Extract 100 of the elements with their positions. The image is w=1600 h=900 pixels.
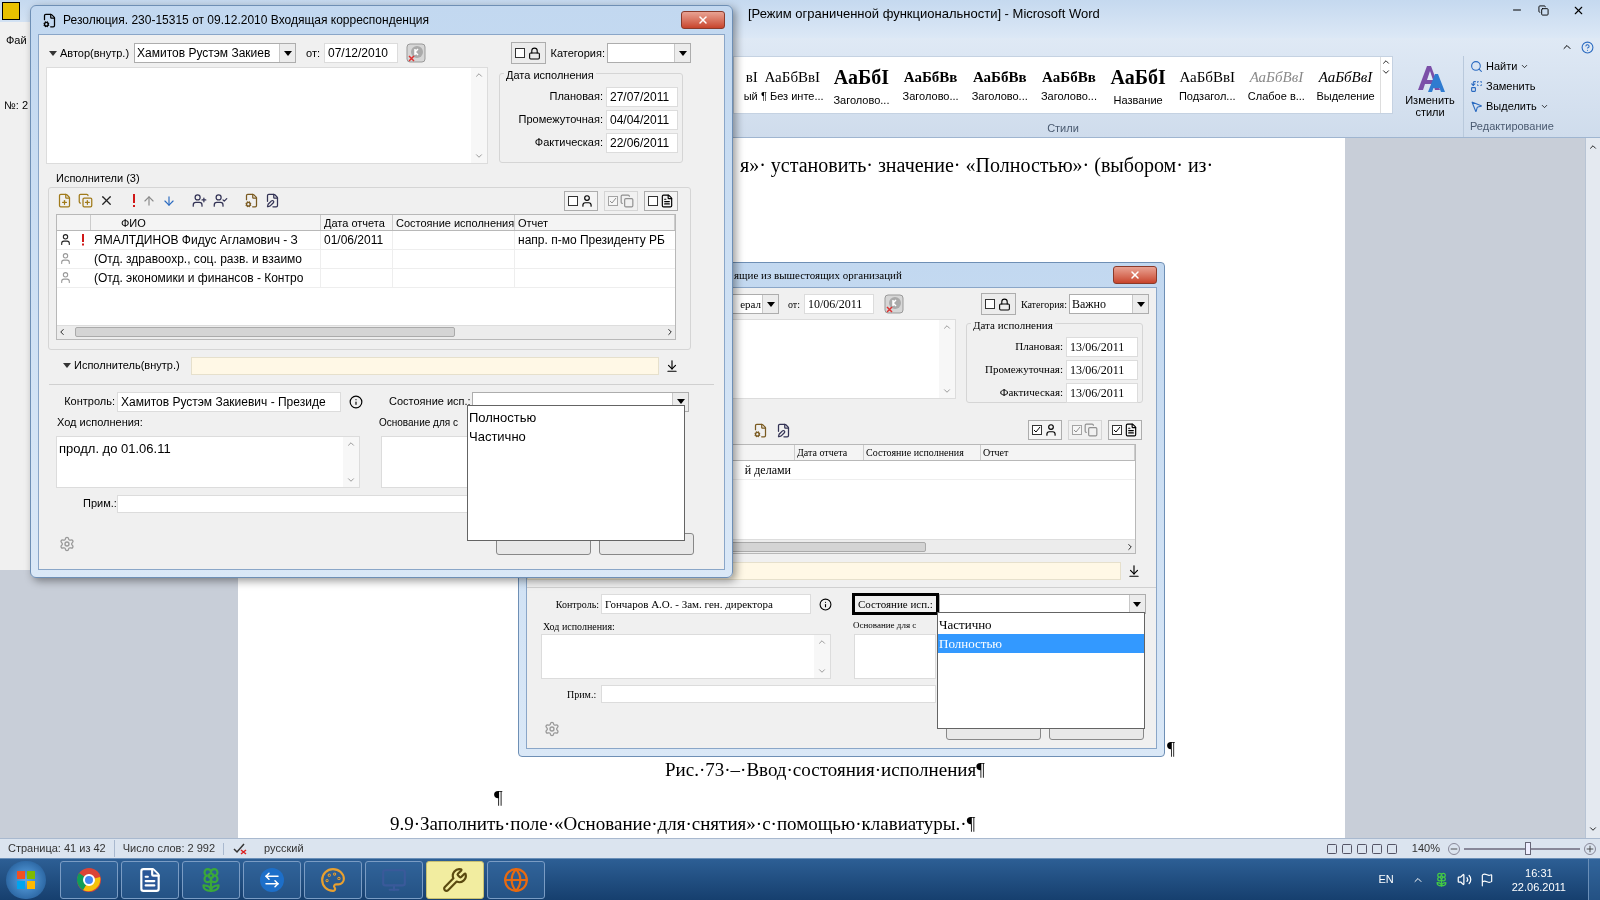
file-gear-icon[interactable]	[753, 422, 768, 438]
style-preset[interactable]: АаБбВвI Выделение	[1310, 57, 1381, 113]
dropdown-option[interactable]: Частично	[468, 427, 684, 446]
column-header[interactable]: Дата отчета	[321, 214, 393, 230]
gallery-up-icon[interactable]	[1381, 57, 1392, 67]
executor-field[interactable]	[191, 356, 659, 375]
slider-thumb[interactable]	[1524, 841, 1531, 855]
toggle-button[interactable]	[564, 190, 598, 211]
style-preset[interactable]: АаБбI Название	[1103, 57, 1173, 113]
note-field[interactable]	[117, 494, 470, 513]
style-preset[interactable]: АаБбI Заголово...	[826, 57, 897, 113]
style-preset[interactable]: АаБбВвI ¶ Без инте...	[757, 57, 827, 113]
dropdown-arrow-button[interactable]	[762, 295, 778, 313]
date-field[interactable]: 13/06/2011	[1066, 382, 1138, 403]
user-check-icon[interactable]	[213, 193, 228, 208]
dropdown-arrow-button[interactable]	[1128, 595, 1145, 613]
flag-icon[interactable]	[1479, 872, 1494, 887]
x-icon[interactable]	[99, 193, 114, 208]
taskbar-app-button[interactable]	[304, 860, 362, 899]
spellcheck-icon[interactable]	[232, 842, 249, 855]
zoom-level[interactable]: 140%	[1411, 840, 1440, 857]
ribbon-command[interactable]: Заменить	[1470, 76, 1593, 96]
toggle-button[interactable]	[644, 190, 678, 211]
text-area[interactable]: продл. до 01.06.11	[56, 435, 360, 488]
language-indicator[interactable]: EN	[1378, 871, 1394, 888]
taskbar-app-button[interactable]	[426, 860, 484, 899]
note-field[interactable]	[601, 685, 936, 703]
scroll-up-icon[interactable]	[1588, 142, 1598, 152]
file-pen-icon[interactable]	[776, 422, 791, 438]
style-preset[interactable]: АаБбВвI Подзагол...	[1172, 57, 1242, 113]
date-field[interactable]: 27/07/2011	[606, 86, 678, 107]
toggle-button[interactable]	[1028, 420, 1062, 440]
taskbar-app-button[interactable]	[243, 860, 301, 899]
gallery-down-icon[interactable]	[1381, 67, 1392, 77]
date-field[interactable]: 07/12/2010	[324, 43, 398, 63]
close-button[interactable]	[1113, 266, 1157, 284]
style-preset[interactable]: вI ый	[734, 57, 758, 113]
close-button[interactable]	[681, 11, 725, 29]
ribbon-command[interactable]: Выделить	[1470, 96, 1593, 116]
table-row[interactable]: (Отд. здравоохр., соц. разв. и взаимо	[57, 249, 675, 269]
dropdown-option[interactable]: Частично	[938, 615, 1144, 634]
view-mode-icon[interactable]	[1370, 842, 1383, 855]
dropdown-arrow-button[interactable]	[674, 44, 690, 62]
author-combo[interactable]: Хамитов Рустэм Закиев	[134, 43, 296, 63]
column-header[interactable]: Состояние исполнения	[864, 445, 981, 460]
download-icon[interactable]	[665, 358, 679, 373]
date-field[interactable]: 13/06/2011	[1066, 336, 1138, 357]
download-icon[interactable]	[1127, 564, 1141, 578]
speaker-icon[interactable]	[1456, 872, 1472, 887]
column-header[interactable]: Отчет	[981, 445, 1135, 460]
view-mode-icon[interactable]	[1385, 842, 1398, 855]
copy-plus-icon[interactable]	[78, 193, 93, 208]
zoom-slider[interactable]	[1464, 841, 1580, 856]
file-pen-icon[interactable]	[265, 193, 280, 208]
style-preset[interactable]: АаБбВв Заголово...	[1034, 57, 1104, 113]
file-plus-icon[interactable]	[57, 193, 72, 208]
exclamation-icon[interactable]	[132, 193, 136, 208]
table-row[interactable]: ЯМАЛТДИНОВ Фидус Агламович - З 01/06/2011 напр. п-мо Президенту РБ	[57, 230, 675, 250]
control-field[interactable]: Гончаров А.О. - Зам. ген. директора	[601, 594, 811, 614]
table-row[interactable]: (Отд. экономики и финансов - Контро	[57, 268, 675, 288]
toggle-button[interactable]	[1108, 420, 1142, 440]
category-combo[interactable]: Важно	[1069, 294, 1149, 314]
column-header[interactable]: Состояние исполнения	[393, 214, 515, 230]
column-header[interactable]: Дата отчета	[795, 445, 864, 460]
column-header[interactable]: ФИО	[91, 214, 321, 230]
clock[interactable]: 16:31 22.06.2011	[1511, 865, 1566, 894]
palette-icon	[320, 866, 346, 893]
file-gear-icon[interactable]	[244, 193, 259, 208]
date-field[interactable]: 22/06/2011	[606, 132, 678, 153]
view-mode-icon[interactable]	[1340, 842, 1353, 855]
change-styles-button[interactable]: Изменить стили	[1401, 56, 1459, 137]
view-mode-icon[interactable]	[1325, 842, 1338, 855]
date-field[interactable]: 04/04/2011	[606, 109, 678, 130]
style-preset[interactable]: АаБбВвI Слабое в...	[1241, 57, 1311, 113]
taskbar-app-button[interactable]	[121, 860, 179, 899]
date-field[interactable]: 13/06/2011	[1066, 359, 1138, 380]
dropdown-arrow-button[interactable]	[1132, 295, 1148, 313]
field-label: Промежуточная:	[985, 362, 1063, 378]
style-preset[interactable]: АаБбВв Заголово...	[965, 57, 1035, 113]
field-label: Фактическая:	[999, 385, 1063, 401]
info-icon[interactable]	[819, 597, 832, 611]
language-status[interactable]: русский	[264, 840, 304, 857]
date-field[interactable]: 10/06/2011	[804, 294, 875, 314]
column-header[interactable]: Отчет	[515, 214, 675, 230]
lock-toggle-button[interactable]	[510, 42, 546, 64]
user-plus-icon[interactable]	[192, 193, 207, 208]
ribbon-command[interactable]: Найти	[1470, 56, 1593, 76]
arrow-down-icon[interactable]	[162, 193, 176, 208]
scroll-down-icon[interactable]	[1588, 824, 1598, 834]
dropdown-arrow-button[interactable]	[279, 44, 295, 62]
help-icon[interactable]	[1581, 40, 1594, 54]
view-mode-icon[interactable]	[1355, 842, 1368, 855]
taskbar-app-button[interactable]	[60, 860, 118, 899]
dropdown-option[interactable]: Полностью	[468, 408, 684, 427]
control-field[interactable]: Хамитов Рустэм Закиевич - Президе	[117, 391, 341, 412]
lock-toggle-button[interactable]	[980, 293, 1016, 315]
start-button[interactable]	[6, 860, 46, 899]
scroll-thumb[interactable]	[75, 327, 455, 337]
style-preset[interactable]: АаБбВв Заголово...	[896, 57, 966, 113]
info-icon[interactable]	[349, 394, 363, 409]
